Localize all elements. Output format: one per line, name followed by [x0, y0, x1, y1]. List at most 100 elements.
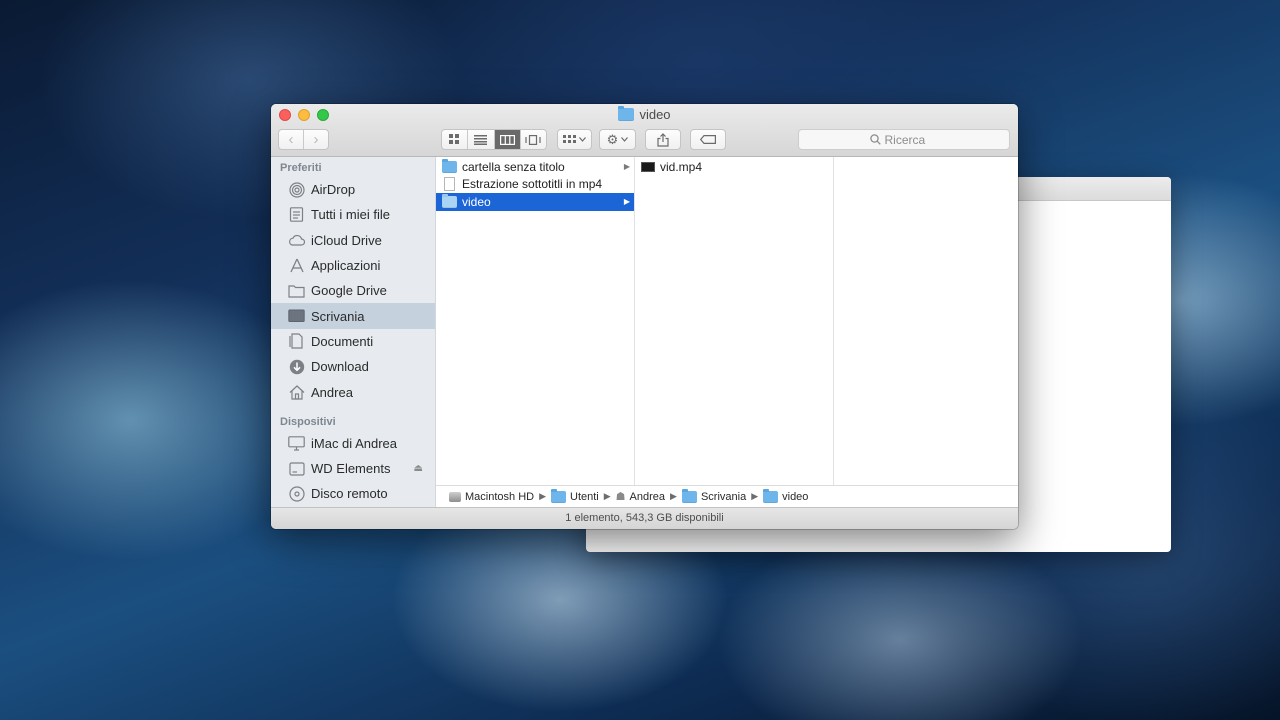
forward-button[interactable]: ›: [303, 130, 328, 149]
list-view-button[interactable]: [467, 130, 493, 149]
back-button[interactable]: ‹: [279, 130, 303, 149]
computer-icon: [288, 435, 305, 452]
sidebar-item-scrivania[interactable]: Scrivania: [271, 303, 435, 329]
path-segment-label: Utenti: [570, 490, 599, 503]
sidebar-item-wd-elements[interactable]: WD Elements ⏏: [271, 456, 435, 481]
path-segment[interactable]: video: [763, 488, 809, 503]
window-title-text: video: [639, 107, 671, 122]
share-icon: [657, 132, 669, 147]
cover-flow-button[interactable]: [519, 130, 546, 149]
column-2[interactable]: vid.mp4: [635, 157, 834, 485]
sidebar-item-download[interactable]: Download: [271, 354, 435, 379]
path-segment[interactable]: ☗ Andrea: [615, 490, 666, 504]
document-icon: [444, 177, 455, 192]
search-icon: [869, 134, 881, 145]
status-text: 1 elemento, 543,3 GB disponibili: [565, 512, 724, 524]
path-segment[interactable]: Macintosh HD: [449, 491, 534, 503]
sidebar-item-google-drive[interactable]: Google Drive: [271, 278, 435, 303]
sidebar-item-applications[interactable]: Applicazioni: [271, 253, 435, 278]
arrange-button[interactable]: [557, 129, 592, 150]
sidebar-item-documenti[interactable]: Documenti: [271, 329, 435, 354]
column-1[interactable]: cartella senza titolo ▶ Estrazione sotto…: [436, 157, 635, 485]
item-label: video: [462, 194, 491, 209]
sidebar-header-favorites: Preferiti: [280, 162, 322, 174]
sidebar-item-label: Tutti i miei file: [311, 207, 390, 223]
navigation-buttons: ‹ ›: [278, 129, 329, 150]
path-bar: Macintosh HD ▶ Utenti ▶ ☗ Andrea ▶ Scriv…: [436, 485, 1018, 507]
view-mode-selector: [441, 129, 547, 150]
sidebar-item-andrea[interactable]: Andrea: [271, 379, 435, 404]
chevron-right-icon: ▶: [603, 491, 611, 501]
airdrop-icon: [288, 181, 305, 198]
hard-drive-icon: [449, 491, 461, 502]
sidebar-item-label: iMac di Andrea: [311, 435, 397, 451]
sidebar-header-devices: Dispositivi: [280, 415, 336, 428]
folder-icon: [288, 282, 305, 299]
item-label: cartella senza titolo: [462, 159, 565, 174]
column-view-button[interactable]: [493, 130, 520, 149]
cover-flow-icon: [525, 134, 541, 145]
action-button[interactable]: ⚙: [599, 129, 636, 150]
list-icon: [474, 134, 488, 145]
sidebar-item-all-files[interactable]: Tutti i miei file: [271, 202, 435, 227]
list-item[interactable]: Estrazione sottotitli in mp4: [436, 176, 634, 194]
path-segment[interactable]: Utenti: [551, 488, 599, 503]
chevron-right-icon: ▶: [751, 491, 759, 501]
search-field[interactable]: [798, 129, 1010, 150]
desktop-icon: [288, 308, 305, 325]
search-input[interactable]: [884, 132, 939, 147]
finder-window: video ‹ › ⚙ Ricerca Preferiti AirDrop Tu…: [271, 104, 1018, 529]
folder-icon: [681, 488, 697, 503]
gear-icon: ⚙: [606, 131, 619, 147]
applications-icon: [288, 257, 305, 274]
path-segment-label: video: [782, 490, 809, 503]
item-label: Estrazione sottotitli in mp4: [462, 177, 603, 192]
sidebar-item-label: Download: [311, 359, 369, 375]
sidebar-item-label: WD Elements: [311, 461, 391, 477]
chevron-right-icon: ▶: [670, 491, 677, 501]
video-file-icon: [641, 161, 655, 172]
home-icon: [288, 384, 305, 401]
drive-icon: [288, 460, 305, 477]
list-item[interactable]: cartella senza titolo ▶: [436, 158, 634, 176]
sidebar-item-disco-remoto[interactable]: Disco remoto: [271, 481, 435, 506]
folder-icon: [763, 488, 779, 503]
chevron-down-icon: [579, 137, 586, 142]
disclosure-arrow-icon: ▶: [623, 197, 630, 207]
tag-button[interactable]: [690, 129, 726, 150]
list-item[interactable]: vid.mp4: [635, 158, 833, 176]
column-3[interactable]: [834, 157, 1018, 485]
sidebar-item-label: Andrea: [311, 384, 353, 400]
toolbar: video ‹ › ⚙: [271, 104, 1018, 157]
disc-icon: [288, 485, 305, 502]
arrange-icon: [563, 134, 576, 143]
sidebar-item-imac[interactable]: iMac di Andrea: [271, 431, 435, 456]
item-label: vid.mp4: [660, 159, 703, 174]
path-segment-label: Andrea: [629, 490, 666, 503]
chevron-down-icon: [621, 137, 629, 142]
folder-icon: [442, 193, 457, 208]
path-segment[interactable]: Scrivania: [681, 488, 746, 503]
cloud-icon: [288, 232, 305, 249]
sidebar: Preferiti AirDrop Tutti i miei file iClo…: [271, 157, 436, 507]
status-bar: 1 elemento, 543,3 GB disponibili: [271, 507, 1018, 529]
icon-view-button[interactable]: [442, 130, 467, 149]
all-files-icon: [288, 206, 305, 223]
chevron-right-icon: ▶: [539, 491, 546, 501]
eject-icon[interactable]: ⏏: [414, 463, 423, 474]
sidebar-item-label: Documenti: [311, 333, 374, 349]
sidebar-item-airdrop[interactable]: AirDrop: [271, 177, 435, 202]
documents-icon: [288, 333, 305, 350]
list-item-selected[interactable]: video ▶: [436, 193, 634, 211]
folder-icon: [551, 488, 566, 503]
sidebar-item-icloud-drive[interactable]: iCloud Drive: [271, 228, 435, 253]
share-button[interactable]: [645, 129, 681, 150]
sidebar-item-label: Disco remoto: [311, 486, 388, 502]
user-home-icon: ☗: [615, 491, 626, 503]
disclosure-arrow-icon: ▶: [623, 162, 630, 172]
sidebar-item-label: Applicazioni: [311, 258, 381, 274]
window-title: video: [271, 106, 1018, 122]
columns-icon: [499, 134, 515, 145]
grid-icon: [449, 134, 460, 144]
window-body: Preferiti AirDrop Tutti i miei file iClo…: [271, 157, 1018, 529]
